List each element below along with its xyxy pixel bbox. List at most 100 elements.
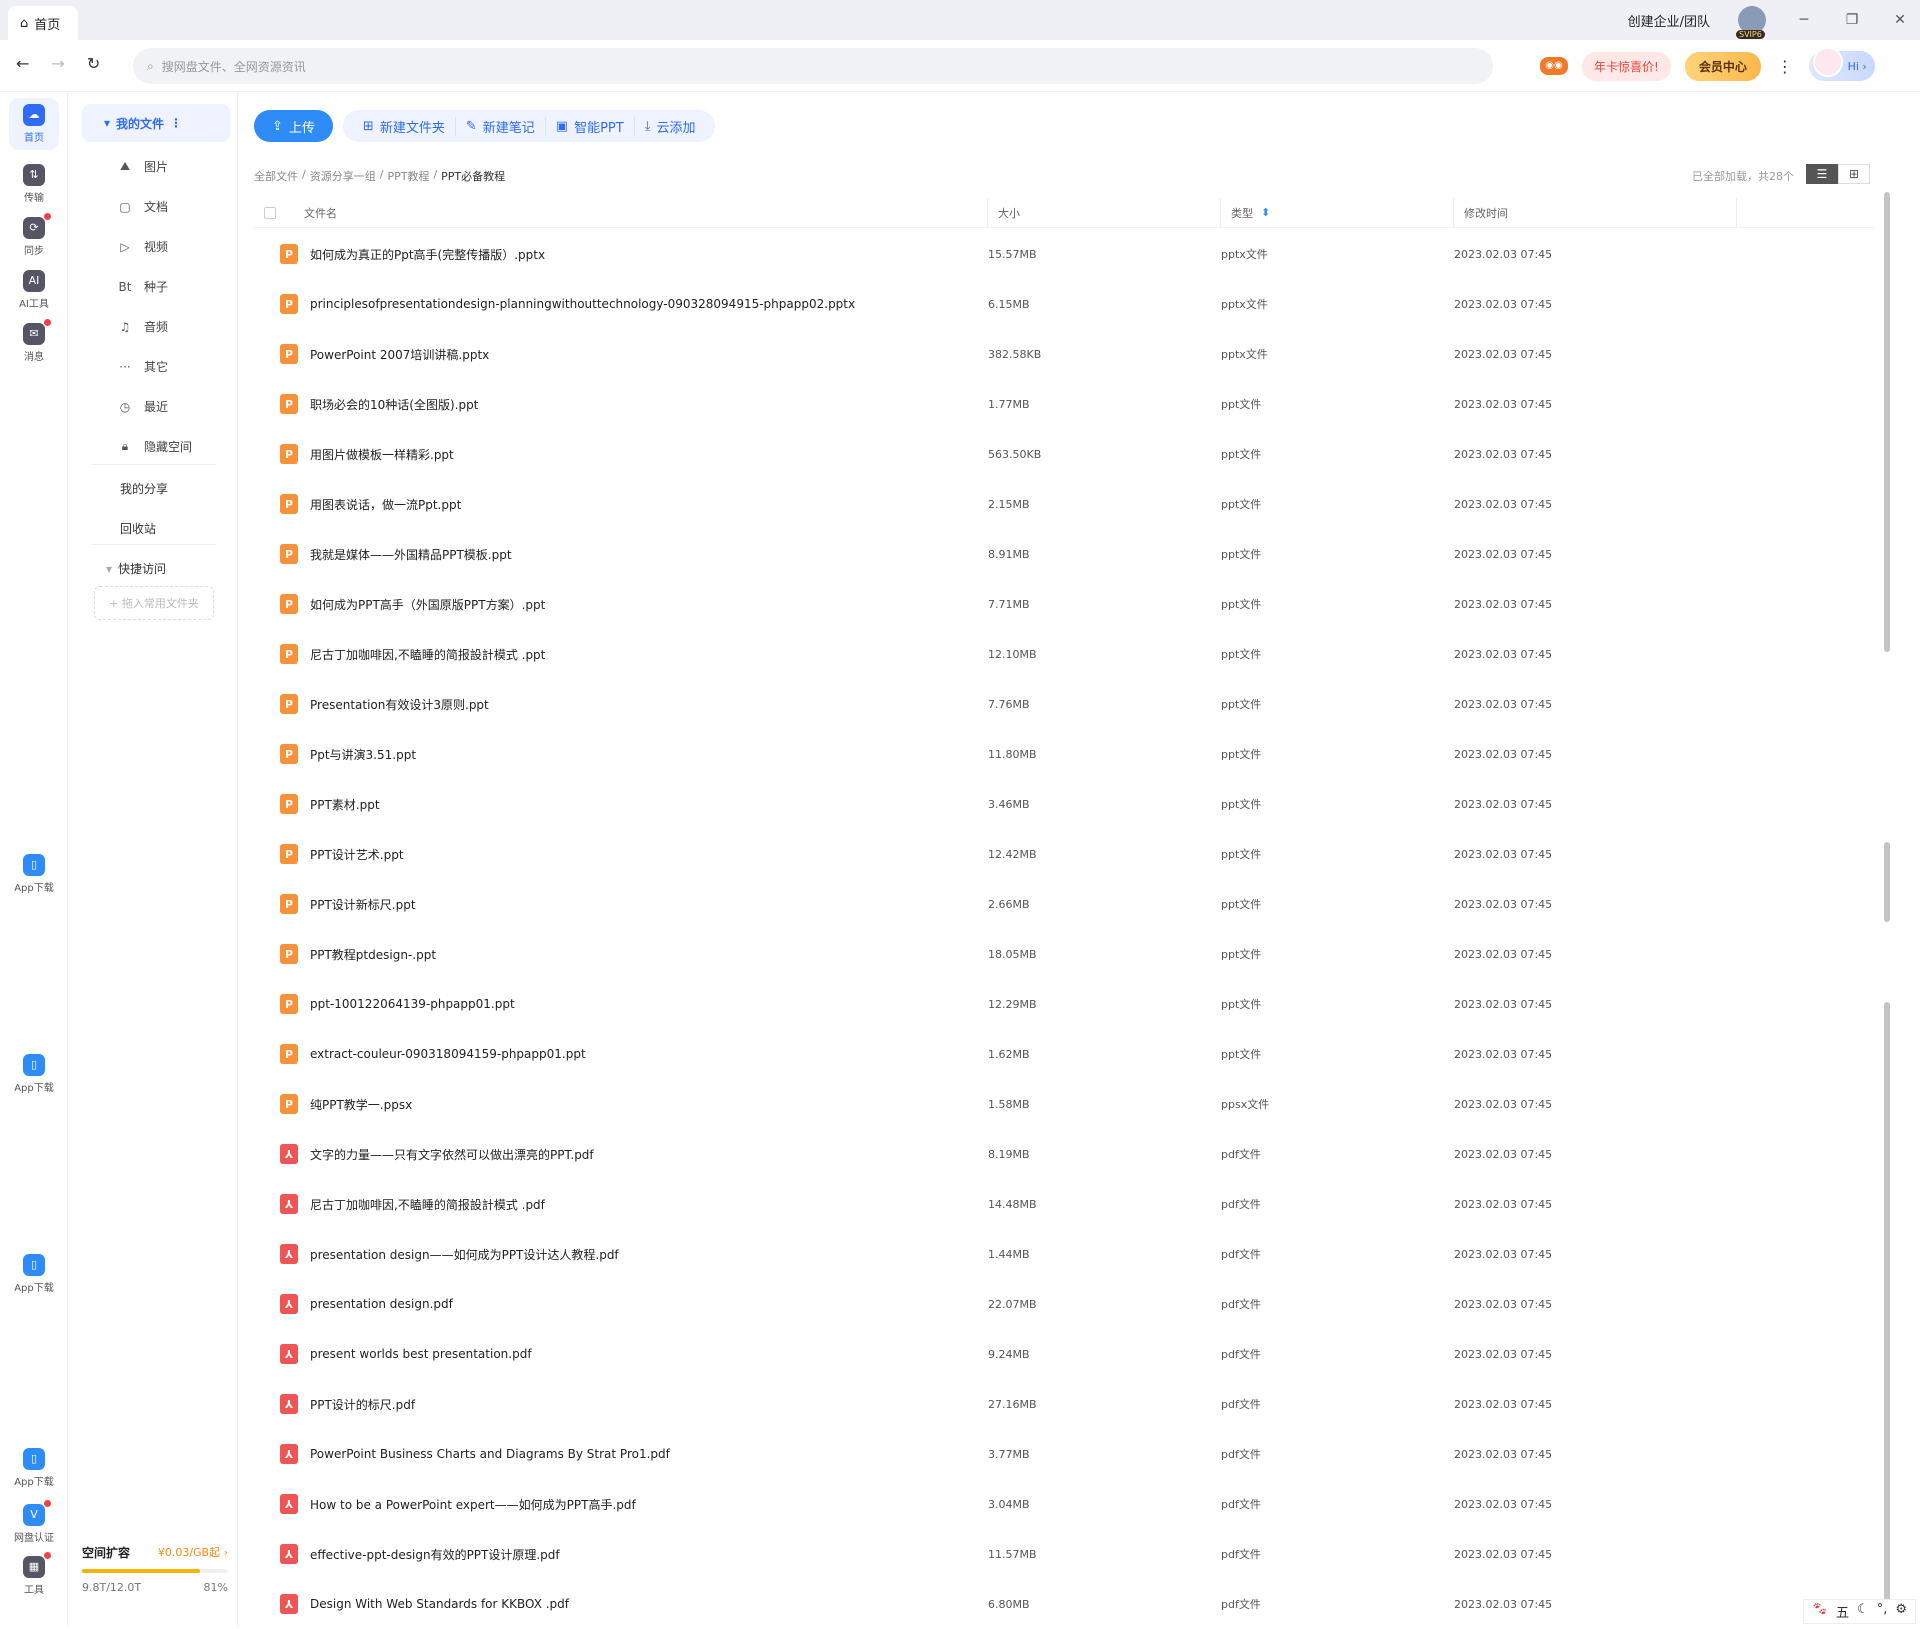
table-row[interactable]: PPPT设计新标尺.ppt2.66MBppt文件2023.02.03 07:45 <box>254 879 1874 929</box>
breadcrumb-item[interactable]: PPT教程 <box>387 168 429 184</box>
smart-ppt-button[interactable]: ▣ 智能PPT <box>546 117 635 136</box>
table-row[interactable]: PPowerPoint 2007培训讲稿.pptx382.58KBpptx文件2… <box>254 329 1874 379</box>
vip-center-button[interactable]: 会员中心 <box>1685 52 1761 81</box>
sidebar-item-recycle[interactable]: 回收站 <box>120 520 156 537</box>
table-row[interactable]: ⅄effective-ppt-design有效的PPT设计原理.pdf11.57… <box>254 1529 1874 1579</box>
table-row[interactable]: P用图表说话，做一流Ppt.ppt2.15MBppt文件2023.02.03 0… <box>254 479 1874 529</box>
file-name[interactable]: extract-couleur-090318094159-phpapp01.pp… <box>310 1047 988 1061</box>
file-name[interactable]: Ppt与讲演3.51.ppt <box>310 746 988 763</box>
table-row[interactable]: ⅄PowerPoint Business Charts and Diagrams… <box>254 1429 1874 1479</box>
rail-item-message[interactable]: ✉ 消息 <box>9 323 59 363</box>
file-name[interactable]: 用图片做模板一样精彩.ppt <box>310 446 988 463</box>
scrollbar[interactable] <box>1882 192 1890 1622</box>
rail-item-app-download[interactable]: ▯ App下载 <box>9 1448 59 1488</box>
column-name[interactable]: 文件名 <box>294 198 988 228</box>
column-type[interactable]: 类型 ⬍ <box>1221 198 1454 228</box>
rail-item-home[interactable]: ☁ 首页 <box>9 98 59 150</box>
sidebar-item-images[interactable]: ⛰ 图片 <box>118 158 168 175</box>
table-row[interactable]: ⅄Design With Web Standards for KKBOX .pd… <box>254 1579 1874 1629</box>
table-row[interactable]: ⅄PPT设计的标尺.pdf27.16MBpdf文件2023.02.03 07:4… <box>254 1379 1874 1429</box>
create-org-link[interactable]: 创建企业/团队 <box>1628 11 1710 30</box>
file-name[interactable]: present worlds best presentation.pdf <box>310 1347 988 1361</box>
file-name[interactable]: PPT设计的标尺.pdf <box>310 1396 988 1413</box>
breadcrumb-item[interactable]: 全部文件 <box>254 168 298 184</box>
file-name[interactable]: presentation design——如何成为PPT设计达人教程.pdf <box>310 1246 988 1263</box>
table-row[interactable]: P纯PPT教学一.ppsx1.58MBppsx文件2023.02.03 07:4… <box>254 1079 1874 1129</box>
table-row[interactable]: ⅄presentation design.pdf22.07MBpdf文件2023… <box>254 1279 1874 1329</box>
table-row[interactable]: Pextract-couleur-090318094159-phpapp01.p… <box>254 1029 1874 1079</box>
rail-item-transfer[interactable]: ⇅ 传输 <box>9 164 59 204</box>
column-size[interactable]: 大小 <box>988 198 1221 228</box>
table-row[interactable]: Pppt-100122064139-phpapp01.ppt12.29MBppt… <box>254 979 1874 1029</box>
file-name[interactable]: 尼古丁加咖啡因,不瞌睡的简报設計模式 .pdf <box>310 1196 988 1213</box>
sidebar-item-recent[interactable]: ◷ 最近 <box>118 398 168 415</box>
select-all-checkbox[interactable] <box>264 207 276 219</box>
table-row[interactable]: ⅄present worlds best presentation.pdf9.2… <box>254 1329 1874 1379</box>
sidebar-item-torrents[interactable]: Bt 种子 <box>118 278 168 295</box>
table-row[interactable]: P用图片做模板一样精彩.ppt563.50KBppt文件2023.02.03 0… <box>254 429 1874 479</box>
file-name[interactable]: How to be a PowerPoint expert——如何成为PPT高手… <box>310 1496 988 1513</box>
minimize-icon[interactable]: ─ <box>1794 12 1814 28</box>
table-row[interactable]: ⅄presentation design——如何成为PPT设计达人教程.pdf1… <box>254 1229 1874 1279</box>
upload-button[interactable]: ⇪ 上传 <box>254 110 333 142</box>
table-row[interactable]: ⅄How to be a PowerPoint expert——如何成为PPT高… <box>254 1479 1874 1529</box>
file-name[interactable]: Design With Web Standards for KKBOX .pdf <box>310 1597 988 1611</box>
rail-item-sync[interactable]: ⟳ 同步 <box>9 217 59 257</box>
gamepad-icon[interactable]: ◉◉ <box>1540 57 1568 75</box>
quick-access-header[interactable]: ▾ 快捷访问 <box>106 560 166 577</box>
sidebar-item-hidden-space[interactable]: 🔒︎ 隐藏空间 <box>118 438 192 455</box>
file-name[interactable]: 如何成为PPT高手（外国原版PPT方案）.ppt <box>310 596 988 613</box>
table-row[interactable]: ⅄尼古丁加咖啡因,不瞌睡的简报設計模式 .pdf14.48MBpdf文件2023… <box>254 1179 1874 1229</box>
hi-assistant-button[interactable]: Hi › <box>1809 51 1875 81</box>
column-modified[interactable]: 修改时间 <box>1454 198 1737 228</box>
table-row[interactable]: P我就是媒体——外国精品PPT模板.ppt8.91MBppt文件2023.02.… <box>254 529 1874 579</box>
back-arrow-icon[interactable]: ← <box>16 54 29 73</box>
new-folder-button[interactable]: ⊞ 新建文件夹 <box>353 117 456 136</box>
rail-item-tools[interactable]: ▦ 工具 <box>9 1556 59 1596</box>
table-row[interactable]: ⅄文字的力量——只有文字依然可以做出漂亮的PPT.pdf8.19MBpdf文件2… <box>254 1129 1874 1179</box>
file-name[interactable]: presentation design.pdf <box>310 1297 988 1311</box>
file-name[interactable]: principlesofpresentationdesign-planningw… <box>310 297 988 311</box>
file-name[interactable]: PPT素材.ppt <box>310 796 988 813</box>
file-name[interactable]: 尼古丁加咖啡因,不瞌睡的简报設計模式 .ppt <box>310 646 988 663</box>
storage-price[interactable]: ¥0.03/GB起 › <box>158 1544 228 1561</box>
promo-button[interactable]: 年卡惊喜价! <box>1582 52 1671 81</box>
quick-access-dropzone[interactable]: + 拖入常用文件夹 <box>94 586 214 620</box>
cloud-add-button[interactable]: ⤓ 云添加 <box>635 117 706 136</box>
file-name[interactable]: 职场必会的10种话(全图版).ppt <box>310 396 988 413</box>
scrollbar-thumb[interactable] <box>1884 192 1890 652</box>
restore-icon[interactable]: ❐ <box>1842 12 1862 28</box>
table-row[interactable]: P如何成为PPT高手（外国原版PPT方案）.ppt7.71MBppt文件2023… <box>254 579 1874 629</box>
table-row[interactable]: PPPT素材.ppt3.46MBppt文件2023.02.03 07:45 <box>254 779 1874 829</box>
file-name[interactable]: 文字的力量——只有文字依然可以做出漂亮的PPT.pdf <box>310 1146 988 1163</box>
file-name[interactable]: PPT设计新标尺.ppt <box>310 896 988 913</box>
settings-gear-icon[interactable]: ⚙ <box>1895 1602 1907 1621</box>
file-name[interactable]: effective-ppt-design有效的PPT设计原理.pdf <box>310 1546 988 1563</box>
table-row[interactable]: PPpt与讲演3.51.ppt11.80MBppt文件2023.02.03 07… <box>254 729 1874 779</box>
sidebar-item-my-files[interactable]: ▾ 我的文件 ⋮ <box>82 104 230 142</box>
avatar[interactable]: SVIP6 <box>1738 6 1766 34</box>
file-name[interactable]: PPT设计艺术.ppt <box>310 846 988 863</box>
storage-panel[interactable]: 空间扩容 ¥0.03/GB起 › 9.8T/12.0T 81% <box>82 1544 228 1594</box>
table-row[interactable]: P尼古丁加咖啡因,不瞌睡的简报設計模式 .ppt12.10MBppt文件2023… <box>254 629 1874 679</box>
list-view-icon[interactable]: ☰ <box>1806 164 1838 184</box>
breadcrumb-item[interactable]: 资源分享一组 <box>310 168 376 184</box>
more-vertical-icon[interactable]: ⋮ <box>170 116 182 130</box>
table-row[interactable]: P职场必会的10种话(全图版).ppt1.77MBppt文件2023.02.03… <box>254 379 1874 429</box>
file-name[interactable]: PowerPoint Business Charts and Diagrams … <box>310 1447 988 1461</box>
tab-home[interactable]: ⌂ 首页 <box>8 6 78 40</box>
scrollbar-thumb[interactable] <box>1884 1002 1890 1622</box>
sidebar-item-audio[interactable]: ♫ 音频 <box>118 318 168 335</box>
table-row[interactable]: PPPT设计艺术.ppt12.42MBppt文件2023.02.03 07:45 <box>254 829 1874 879</box>
more-vertical-icon[interactable]: ⋮ <box>1775 57 1795 76</box>
table-row[interactable]: PPPT教程ptdesign-.ppt18.05MBppt文件2023.02.0… <box>254 929 1874 979</box>
new-note-button[interactable]: ✎ 新建笔记 <box>456 117 546 136</box>
rail-item-app-download[interactable]: ▯ App下载 <box>9 854 59 894</box>
file-name[interactable]: PPT教程ptdesign-.ppt <box>310 946 988 963</box>
sidebar-item-videos[interactable]: ▷ 视频 <box>118 238 168 255</box>
sidebar-item-other[interactable]: ··· 其它 <box>118 358 168 375</box>
file-name[interactable]: Presentation有效设计3原则.ppt <box>310 696 988 713</box>
rail-item-ai[interactable]: AI AI工具 <box>9 270 59 310</box>
ime-toolbar[interactable]: 🐾︎ 五 ☾ °, ⚙ <box>1803 1599 1916 1624</box>
grid-view-icon[interactable]: ⊞ <box>1838 164 1870 184</box>
